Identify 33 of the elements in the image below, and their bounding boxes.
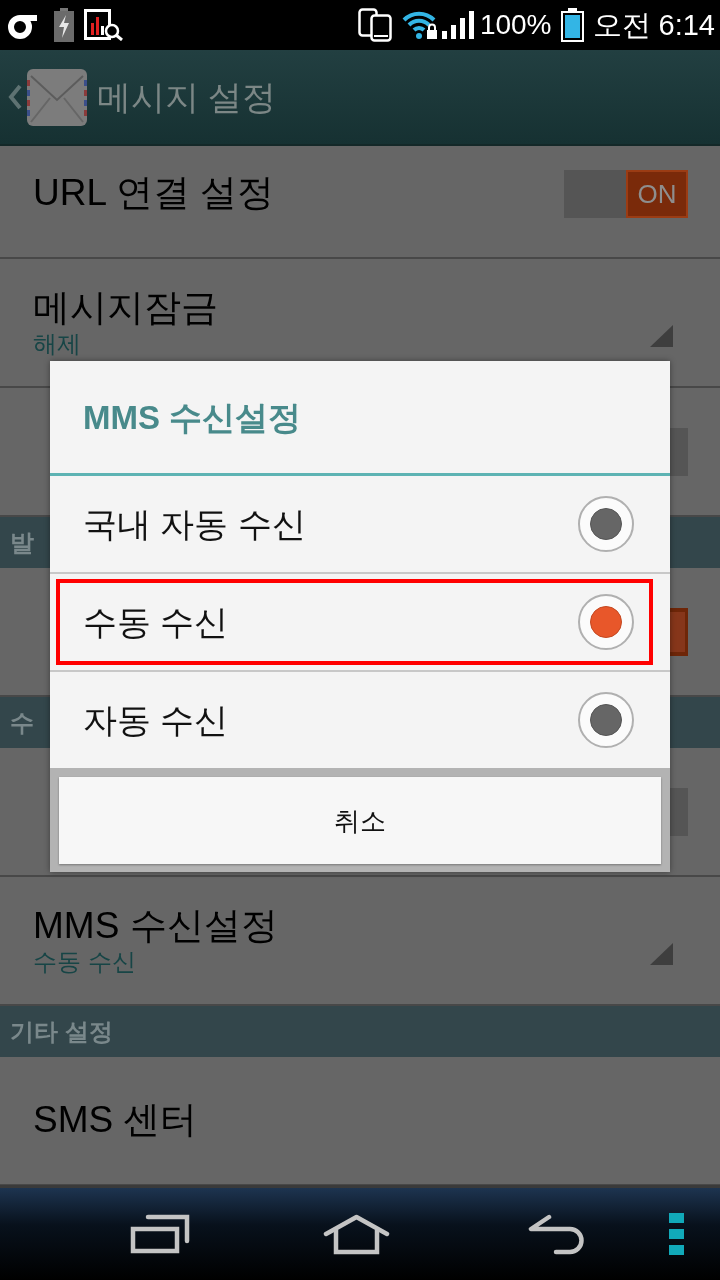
clock-time: 오전 6:14 [592,10,715,40]
corner-triangle-icon [650,325,673,347]
setting-title: SMS 센터 [33,1098,199,1143]
setting-title: 메시지잠금 [33,285,219,330]
battery-charging-icon [53,8,75,42]
section-header: 기타 설정 [0,1006,720,1057]
chart-search-icon [84,9,124,41]
battery-icon [560,8,584,42]
setting-title: MMS 수신설정 [33,903,279,948]
menu-icon[interactable] [669,1213,684,1255]
radio-button[interactable] [578,496,634,552]
radio-button[interactable] [578,692,634,748]
signal-bars-icon [441,11,474,39]
toggle-switch[interactable] [670,427,688,476]
envelope-icon[interactable] [26,67,88,127]
corner-triangle-icon [650,943,673,965]
recent-apps-icon[interactable] [130,1214,190,1254]
option-label[interactable]: 수동 수신 [83,605,578,639]
setting-summary: 수동 수신 [33,948,137,978]
setting-title: URL 연결 설정 [33,171,276,216]
battery-percentage: 100% [479,11,552,39]
dialog-title: MMS 수신설정 [50,361,670,476]
chevron-left-icon[interactable] [8,84,22,110]
wifi-lock-icon [401,10,439,40]
cancel-button[interactable]: 취소 [59,777,661,864]
setting-summary: 해제 [33,330,82,360]
home-icon[interactable] [323,1213,390,1255]
toggle-switch[interactable] [670,787,688,836]
radio-button[interactable] [578,594,634,650]
phones-icon [357,8,392,42]
screen-title: 메시지 설정 [97,80,277,114]
option-label[interactable]: 자동 수신 [83,703,578,737]
toggle-switch[interactable] [670,607,688,656]
